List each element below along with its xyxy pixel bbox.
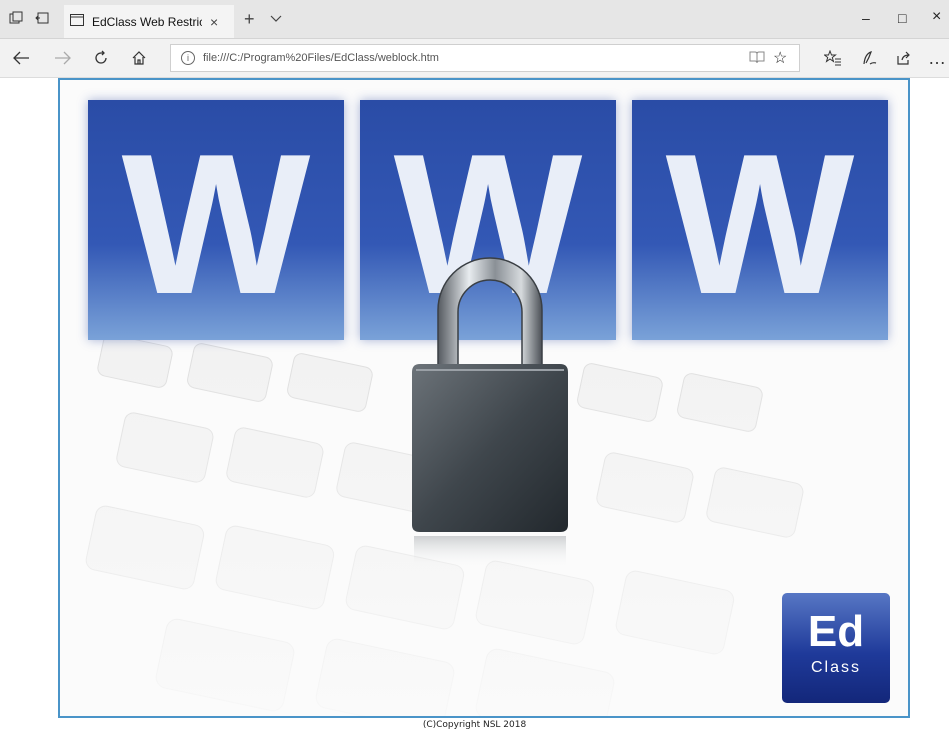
close-tab-icon[interactable]: × [210,14,218,30]
reading-view-icon[interactable] [749,50,765,67]
chevron-down-icon[interactable] [270,10,282,28]
maximize-button[interactable]: □ [898,10,906,26]
tab-strip: EdClass Web Restriction × + – □ × [0,0,949,39]
page-content: W W W Ed Class (C)Copyright NSL 2018 [0,78,949,737]
refresh-icon[interactable] [90,48,112,68]
new-tab-button[interactable]: + [244,9,255,30]
copyright-text: (C)Copyright NSL 2018 [422,720,527,730]
home-icon[interactable] [128,48,150,68]
restriction-banner: W W W Ed Class [58,78,910,718]
navigation-bar: i file:///C:/Program%20Files/EdClass/web… [0,39,949,78]
tab-preview-icon[interactable] [6,8,26,28]
back-arrow-icon[interactable] [10,48,32,68]
logo-class-text: Class [810,659,861,676]
edclass-logo: Ed Class [782,593,890,703]
pen-notes-icon[interactable] [858,48,880,68]
set-tabs-aside-icon[interactable] [32,8,52,28]
minimize-button[interactable]: – [862,10,870,26]
tab-title: EdClass Web Restriction [92,14,202,29]
more-icon[interactable]: … [926,48,948,68]
logo-ed-text: Ed [807,607,865,656]
page-icon [70,13,84,31]
address-bar[interactable]: i file:///C:/Program%20Files/EdClass/web… [170,44,800,72]
forward-arrow-icon[interactable] [52,48,74,68]
info-icon[interactable]: i [181,51,195,65]
share-icon[interactable] [893,48,915,68]
favorites-list-icon[interactable] [822,48,844,68]
close-window-button[interactable]: × [932,8,941,26]
active-tab[interactable]: EdClass Web Restriction × [64,5,234,38]
www-letter: W [665,113,855,336]
www-letter: W [121,113,311,336]
address-url: file:///C:/Program%20Files/EdClass/weblo… [203,52,439,64]
padlock-icon [412,257,568,568]
www-tile-3: W [632,100,888,340]
favorite-star-icon[interactable]: ☆ [773,48,787,68]
www-tile-1: W [88,100,344,340]
